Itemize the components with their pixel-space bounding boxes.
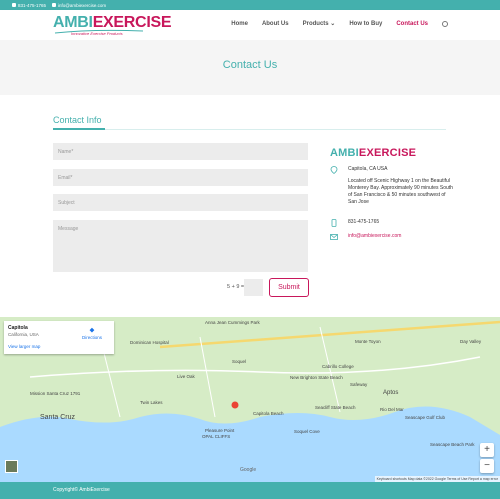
directions-icon: ⬥	[89, 327, 95, 334]
mail-icon	[52, 3, 57, 7]
search-icon[interactable]	[442, 20, 448, 27]
contact-sidebar: AMBIEXERCISE Capitola, CA USA Located of…	[330, 147, 453, 240]
map-label: Pleasure Point	[205, 428, 235, 433]
map-label: Twin Lakes	[140, 400, 163, 405]
map-label: Capitola Beach	[253, 411, 284, 416]
satellite-toggle[interactable]	[5, 460, 18, 473]
logo-tagline: Innovative Exercise Products	[71, 31, 123, 36]
zoom-out-button[interactable]: −	[480, 459, 494, 473]
map-label: Live Oak	[177, 374, 195, 379]
mail-icon	[330, 234, 338, 240]
submit-button[interactable]: Submit	[269, 278, 309, 297]
nav-home[interactable]: Home	[231, 21, 248, 27]
zoom-in-button[interactable]: +	[480, 443, 494, 457]
map-label: Cabrillo College	[322, 364, 354, 369]
topbar-phone[interactable]: 831-475-1765	[12, 3, 46, 8]
google-logo: Google	[240, 467, 257, 473]
contact-section: Contact Info Name* Email* Subject Messag…	[0, 95, 500, 317]
map-label: Anna Jean Cummings Park	[205, 320, 260, 325]
main-nav: Home About Us Products ⌄ How to Buy Cont…	[231, 20, 448, 27]
page-title: Contact Us	[222, 59, 278, 71]
email-field[interactable]: Email*	[53, 169, 308, 186]
topbar-email[interactable]: info@ambiexercise.com	[52, 3, 106, 8]
directions-button[interactable]: ⬥ Directions	[82, 327, 102, 340]
map-label: Seascape Beach Park	[430, 442, 475, 447]
map-label: Aptos	[383, 390, 399, 396]
nav-products[interactable]: Products ⌄	[303, 20, 336, 27]
site-header: AMBIEXERCISE Innovative Exercise Product…	[0, 10, 500, 40]
site-logo[interactable]: AMBIEXERCISE Innovative Exercise Product…	[53, 15, 173, 40]
map-label: Safeway	[350, 382, 368, 387]
map-label: Rio Del Mar	[380, 407, 404, 412]
nav-how-to-buy[interactable]: How to Buy	[349, 21, 382, 27]
heading-underline	[53, 128, 105, 130]
contact-info-heading: Contact Info	[53, 115, 102, 125]
map-label: Seacliff State Beach	[315, 405, 356, 410]
map-info-card: Capitola California, USA View larger map…	[4, 321, 114, 354]
map-label: Dominican Hospital	[130, 340, 169, 345]
map-label: Soquel Cove	[294, 429, 320, 434]
map-label: Seascape Golf Club	[405, 415, 446, 420]
captcha-input[interactable]	[244, 279, 263, 296]
heading-divider	[53, 129, 446, 130]
page-hero: Contact Us	[0, 40, 500, 95]
map-pin-icon	[330, 166, 338, 174]
message-field[interactable]: Message	[53, 220, 308, 272]
nav-contact[interactable]: Contact Us	[396, 21, 428, 27]
top-bar: 831-475-1765 info@ambiexercise.com	[0, 0, 500, 10]
site-footer: Copyright© AmbiExercise	[0, 482, 500, 499]
phone-icon	[12, 3, 16, 7]
nav-about[interactable]: About Us	[262, 21, 289, 27]
google-map[interactable]: Capitola California, USA View larger map…	[0, 317, 500, 482]
map-label: Santa Cruz	[40, 414, 76, 421]
chevron-down-icon: ⌄	[330, 21, 336, 27]
captcha-question: 5 + 9 =	[227, 284, 245, 290]
map-label: Mission Santa Cruz 1791	[30, 391, 81, 396]
phone-icon	[331, 219, 337, 227]
map-label: OPAL CLIFFS	[202, 434, 231, 439]
name-field[interactable]: Name*	[53, 143, 308, 160]
sidebar-brand: AMBIEXERCISE	[330, 147, 417, 159]
map-label: Soquel	[232, 359, 247, 364]
map-label: Day Valley	[460, 339, 482, 344]
map-label: Monte Toyon	[355, 339, 381, 344]
subject-field[interactable]: Subject	[53, 194, 308, 211]
map-label: New Brighton State Beach	[290, 375, 343, 380]
view-larger-map-link[interactable]: View larger map	[8, 344, 110, 349]
